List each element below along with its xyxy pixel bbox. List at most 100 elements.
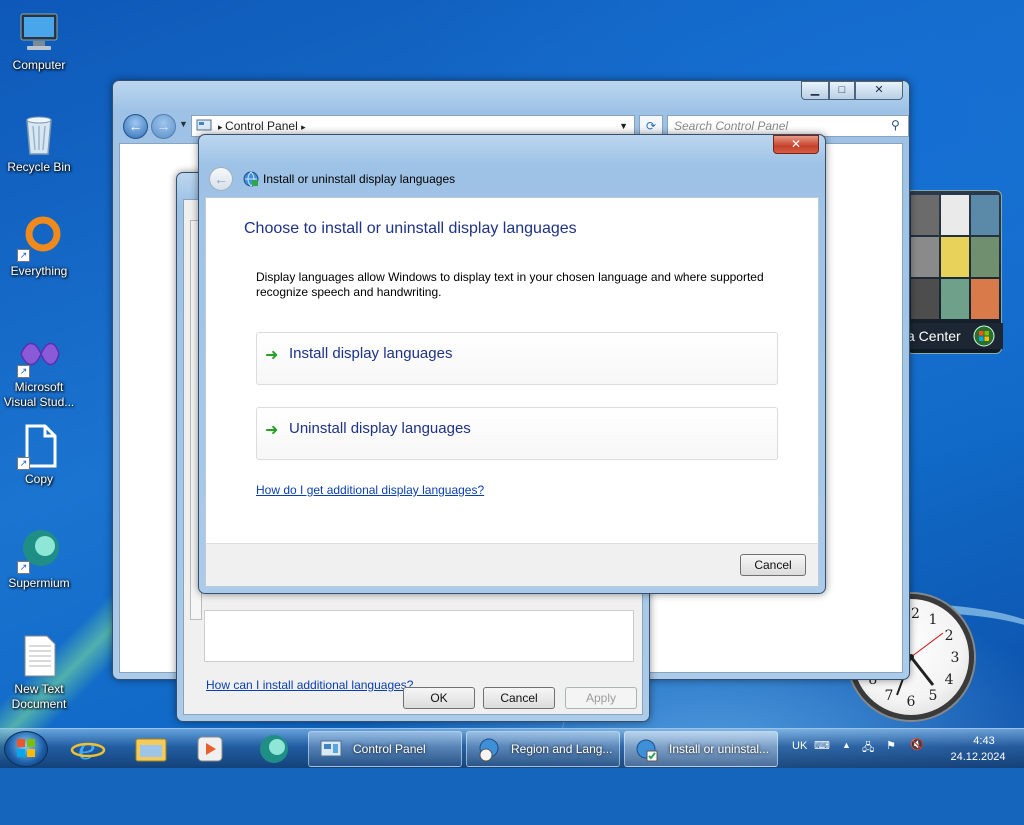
language-indicator[interactable]: UK <box>792 740 807 752</box>
supermium-icon: ↗ <box>15 526 63 574</box>
dialog-close-button[interactable]: ✕ <box>773 135 819 154</box>
taskbar: e Control Panel Region and Lang... Insta… <box>0 728 1024 768</box>
desktop-icon-visual-studio[interactable]: ↗ Microsoft Visual Stud... <box>0 330 78 410</box>
ok-button[interactable]: OK <box>403 687 475 709</box>
system-tray: UK ⌨ ▲ 🖧 ⚑ 🔇 4:43 24.12.2024 <box>786 729 1024 769</box>
green-arrow-icon: ➜ <box>265 422 279 439</box>
desktop-icon-label: Everything <box>10 264 68 278</box>
recycle-bin-icon <box>15 110 63 158</box>
option-label: Uninstall display languages <box>289 420 471 437</box>
install-display-languages-option[interactable]: ➜ Install display languages <box>256 332 778 385</box>
back-arrow-icon: ← <box>128 118 143 134</box>
clock-second-hand <box>910 632 944 658</box>
clock-number: 5 <box>929 688 938 704</box>
maximize-button[interactable]: □ <box>829 81 855 100</box>
start-button[interactable] <box>4 731 48 767</box>
shortcut-arrow-icon: ↗ <box>17 365 30 378</box>
svg-text:e: e <box>78 732 96 767</box>
text-document-icon <box>15 632 63 680</box>
search-icon: ⚲ <box>891 118 900 132</box>
dialog-title: Install or uninstall display languages <box>263 172 456 186</box>
clock-time[interactable]: 4:43 <box>958 735 1010 747</box>
everything-icon: ↗ <box>15 214 63 262</box>
media-center-tiles <box>911 195 999 319</box>
breadcrumb-control-panel[interactable]: Control Panel <box>225 119 298 133</box>
clock-number: 4 <box>945 672 954 688</box>
clock-number: 1 <box>929 612 938 628</box>
desktop-icon-label: Document <box>11 697 67 711</box>
desktop-icon-computer[interactable]: Computer <box>0 8 78 73</box>
close-button[interactable]: ✕ <box>855 81 903 100</box>
windows-logo-icon <box>17 739 35 757</box>
action-center-flag-icon[interactable]: ⚑ <box>886 739 896 752</box>
windows-logo-icon <box>973 325 995 347</box>
refresh-icon: ⟳ <box>645 119 657 133</box>
desktop-icon-label: Microsoft <box>14 380 64 394</box>
shortcut-arrow-icon: ↗ <box>17 249 30 262</box>
forward-button[interactable]: → <box>151 114 176 139</box>
supermium-icon <box>260 735 288 763</box>
clock-number: 3 <box>951 650 960 666</box>
option-label: Install display languages <box>289 345 453 362</box>
additional-languages-help-link[interactable]: How do I get additional display language… <box>256 483 484 497</box>
taskbar-task-install-uninstall[interactable]: Install or uninstal... <box>624 731 778 767</box>
media-center-gadget[interactable]: a Center <box>906 190 1003 354</box>
taskbar-pin-supermium[interactable] <box>246 731 302 767</box>
taskbar-task-label: Install or uninstal... <box>669 742 770 756</box>
uninstall-display-languages-option[interactable]: ➜ Uninstall display languages <box>256 407 778 460</box>
control-panel-icon <box>319 738 343 762</box>
install-uninstall-dialog: ✕ ← Install or uninstall display languag… <box>198 134 826 594</box>
dialog-cancel-button[interactable]: Cancel <box>740 554 806 576</box>
breadcrumb-separator: ▸ <box>301 122 306 132</box>
taskbar-pin-explorer[interactable] <box>122 731 178 767</box>
desktop-icon-label: Copy <box>24 472 53 486</box>
desktop-icon-everything[interactable]: ↗ Everything <box>0 214 78 279</box>
desktop-icon-recycle-bin[interactable]: Recycle Bin <box>0 110 78 175</box>
back-arrow-icon: ← <box>214 171 228 187</box>
desktop-icon-supermium[interactable]: ↗ Supermium <box>0 526 78 591</box>
install-languages-link[interactable]: How can I install additional languages? <box>206 678 413 692</box>
cancel-button[interactable]: Cancel <box>483 687 555 709</box>
apply-button[interactable]: Apply <box>565 687 637 709</box>
explorer-icon <box>135 738 167 762</box>
computer-icon <box>15 8 63 56</box>
desktop-icon-copy[interactable]: ↗ Copy <box>0 422 78 487</box>
taskbar-pin-media-player[interactable] <box>182 731 238 767</box>
desktop-icon-label: Recycle Bin <box>7 160 71 174</box>
network-icon[interactable]: 🖧 <box>862 739 874 758</box>
dialog-heading: Choose to install or uninstall display l… <box>244 220 577 237</box>
taskbar-task-control-panel[interactable]: Control Panel <box>308 731 462 767</box>
clock-number: 2 <box>945 628 954 644</box>
taskbar-task-region-language[interactable]: Region and Lang... <box>466 731 620 767</box>
globe-clock-icon <box>477 738 501 762</box>
copy-icon: ↗ <box>15 422 63 470</box>
dialog-body: Choose to install or uninstall display l… <box>205 197 819 549</box>
clock-date[interactable]: 24.12.2024 <box>942 751 1014 763</box>
media-player-icon <box>197 736 223 762</box>
desktop-icon-label: New Text <box>14 682 64 696</box>
taskbar-task-label: Control Panel <box>353 742 426 756</box>
desktop-icon-new-text-document[interactable]: New Text Document <box>0 632 78 712</box>
recent-pages-dropdown[interactable]: ▼ <box>179 119 188 129</box>
desktop-icon-label: Visual Stud... <box>3 395 75 409</box>
dialog-footer: Cancel <box>205 543 819 587</box>
globe-icon <box>635 738 659 762</box>
breadcrumb-separator: ▸ <box>218 122 226 132</box>
back-button[interactable]: ← <box>123 114 148 139</box>
shortcut-arrow-icon: ↗ <box>17 561 30 574</box>
taskbar-pin-internet-explorer[interactable]: e <box>60 731 116 767</box>
address-dropdown-icon[interactable]: ▼ <box>619 116 628 136</box>
forward-arrow-icon: → <box>156 118 171 134</box>
desktop-icon-label: Computer <box>12 58 66 72</box>
clock-number: 7 <box>885 688 894 704</box>
volume-muted-icon[interactable]: 🔇 <box>910 738 924 751</box>
shortcut-arrow-icon: ↗ <box>17 457 30 470</box>
keyboard-icon[interactable]: ⌨ <box>814 739 830 752</box>
clock-number: 6 <box>907 694 916 710</box>
show-hidden-icons-button[interactable]: ▲ <box>842 740 851 750</box>
globe-icon <box>243 171 259 187</box>
minimize-button[interactable]: ▁ <box>801 81 829 100</box>
languages-box <box>204 610 634 662</box>
dialog-back-button[interactable]: ← <box>209 167 233 191</box>
green-arrow-icon: ➜ <box>265 347 279 364</box>
